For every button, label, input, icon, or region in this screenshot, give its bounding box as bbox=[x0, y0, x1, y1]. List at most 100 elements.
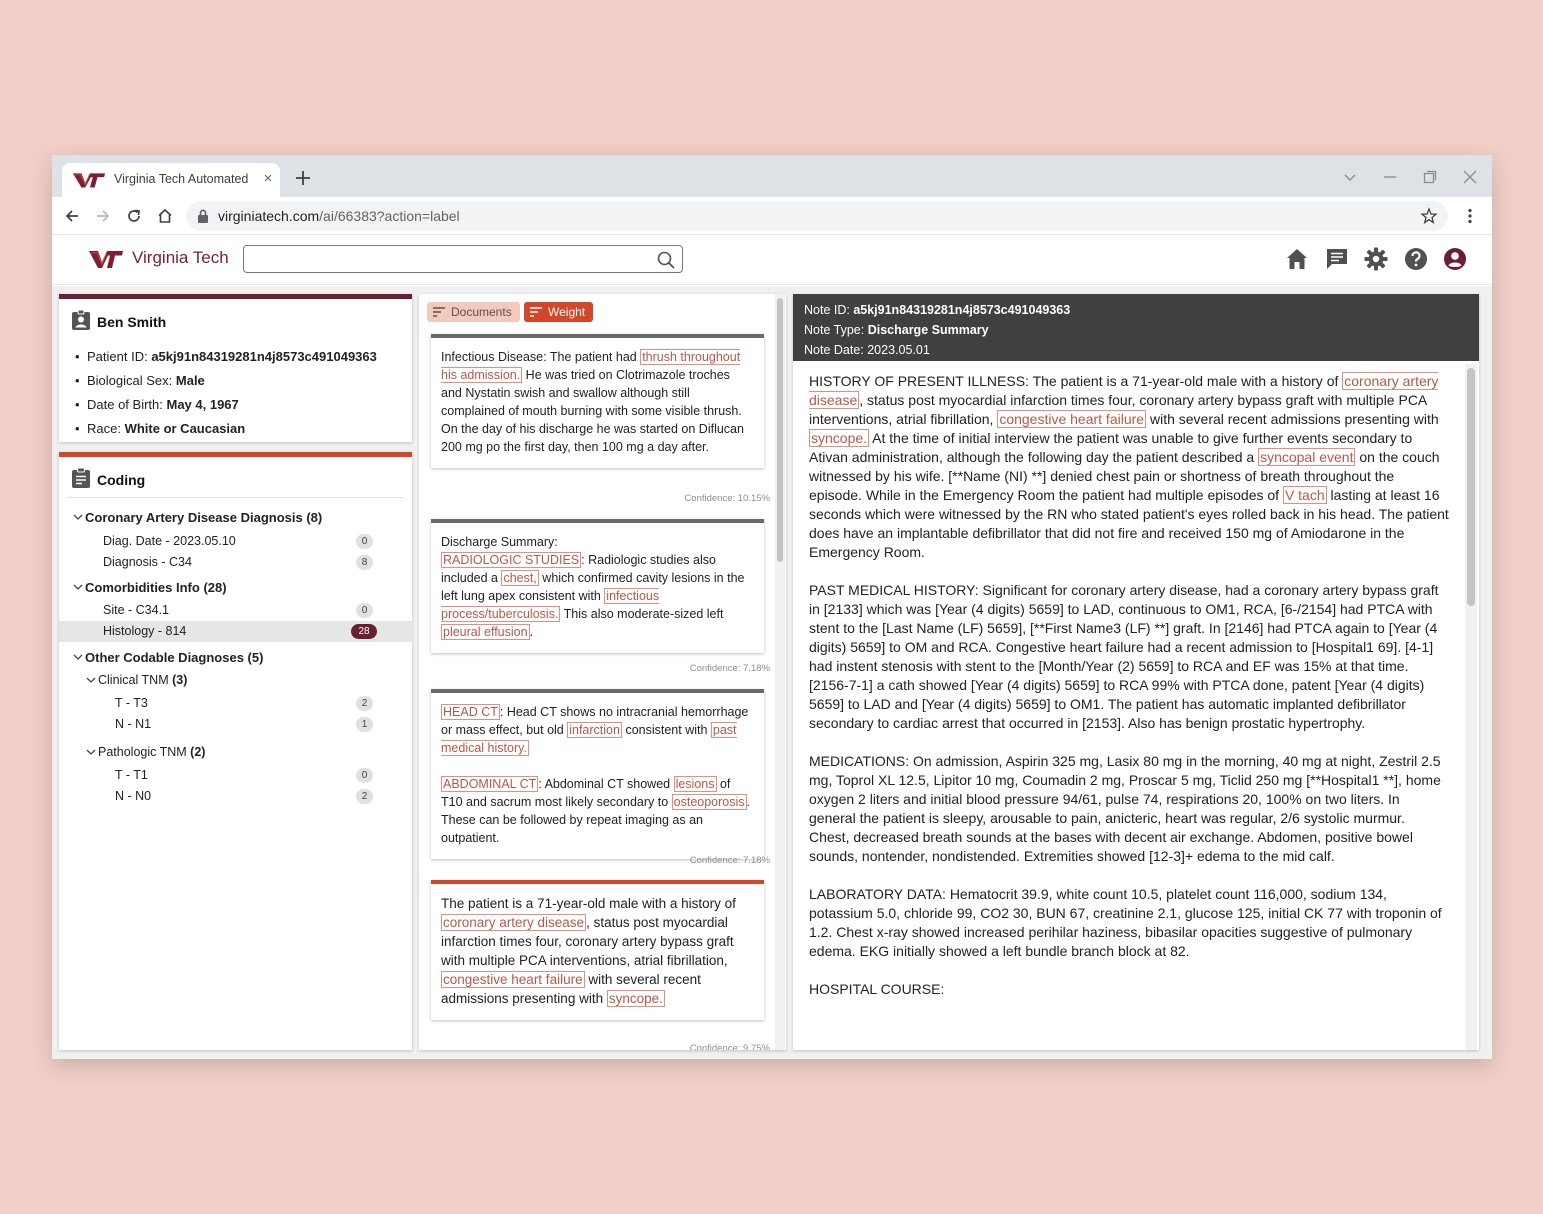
coding-item[interactable]: Site - C34.1 0 bbox=[59, 600, 412, 621]
vt-logo-icon[interactable] bbox=[88, 249, 124, 269]
coding-item[interactable]: Histology - 814 28 bbox=[59, 621, 412, 642]
reload-icon[interactable] bbox=[124, 206, 144, 226]
coding-item[interactable]: T - T1 0 bbox=[59, 765, 412, 786]
back-icon[interactable] bbox=[62, 206, 82, 226]
bookmark-star-icon[interactable] bbox=[1420, 207, 1438, 225]
tab-search-chevron-icon[interactable] bbox=[1339, 166, 1361, 188]
coding-label: Diagnosis - C34 bbox=[103, 555, 192, 569]
highlighted-term[interactable]: pleural effusion bbox=[441, 624, 530, 640]
note-text: HISTORY OF PRESENT ILLNESS: The patient … bbox=[809, 372, 1449, 1018]
highlighted-term[interactable]: chest, bbox=[501, 570, 539, 586]
chevron-down-icon[interactable] bbox=[73, 513, 83, 521]
forward-icon[interactable] bbox=[93, 206, 113, 226]
coding-group[interactable]: Pathologic TNM (2) bbox=[59, 742, 412, 763]
highlighted-term[interactable]: HEAD CT bbox=[441, 704, 500, 720]
count-badge: 0 bbox=[356, 768, 373, 783]
coding-item[interactable]: Diag. Date - 2023.05.10 0 bbox=[59, 531, 412, 552]
weight-sort-chip[interactable]: Weight bbox=[524, 302, 594, 322]
note-paragraph: MEDICATIONS: On admission, Aspirin 325 m… bbox=[809, 753, 1441, 864]
document-snippet[interactable]: Discharge Summary: RADIOLOGIC STUDIES: Ra… bbox=[431, 519, 764, 653]
snippet-paragraph: Infectious Disease: The patient had thru… bbox=[441, 349, 744, 454]
note-paragraph: LABORATORY DATA: Hematocrit 39.9, white … bbox=[809, 886, 1442, 959]
coding-item[interactable]: Diagnosis - C34 8 bbox=[59, 552, 412, 573]
highlighted-term[interactable]: lesions bbox=[673, 776, 717, 792]
highlighted-term[interactable]: coronary artery disease bbox=[441, 914, 587, 931]
note-id: Note ID: a5kj91n84319281n4j8573c49104936… bbox=[804, 303, 1071, 317]
gear-icon[interactable] bbox=[1363, 246, 1389, 272]
note-paragraph: HOSPITAL COURSE: bbox=[809, 981, 945, 997]
highlighted-term[interactable]: syncope. bbox=[809, 429, 870, 447]
address-bar[interactable]: virginiatech.com/ai/66383?action=label bbox=[186, 201, 1448, 231]
chevron-down-icon[interactable] bbox=[73, 583, 83, 591]
coding-label: T - T3 bbox=[115, 696, 148, 710]
search-icon[interactable] bbox=[656, 250, 676, 270]
snippet-confidence: Confidence: 7.18% bbox=[689, 663, 770, 674]
account-icon[interactable] bbox=[1442, 246, 1468, 272]
search-box[interactable] bbox=[243, 245, 683, 273]
highlighted-term[interactable]: osteoporosis bbox=[671, 794, 747, 810]
browser-menu-icon[interactable] bbox=[1460, 206, 1480, 226]
document-snippet[interactable]: The patient is a 71-year-old male with a… bbox=[431, 880, 764, 1020]
highlighted-term[interactable]: congestive heart failure bbox=[441, 971, 585, 988]
lock-icon bbox=[198, 209, 208, 223]
highlighted-term[interactable]: syncope. bbox=[606, 990, 665, 1007]
coding-item[interactable]: T - T3 2 bbox=[59, 693, 412, 714]
documents-scrollbar[interactable] bbox=[775, 294, 785, 1050]
documents-panel: Documents Weight Infectious Disease: The… bbox=[419, 294, 786, 1050]
coding-label: Histology - 814 bbox=[103, 624, 187, 638]
highlighted-term[interactable]: congestive heart failure bbox=[997, 410, 1147, 428]
note-scrollbar[interactable] bbox=[1465, 364, 1477, 1050]
patient-id-field: Patient ID: a5kj91n84319281n4j8573c49104… bbox=[75, 349, 377, 373]
coding-label: Clinical TNM (3) bbox=[98, 673, 188, 687]
highlighted-term[interactable]: V tach bbox=[1282, 486, 1327, 504]
browser-tab[interactable]: Virginia Tech Automated × bbox=[62, 163, 280, 197]
coding-item[interactable]: N - N1 1 bbox=[59, 714, 412, 735]
snippet-confidence: Confidence: 10.15% bbox=[684, 493, 770, 504]
documents-scroll-thumb[interactable] bbox=[777, 298, 783, 562]
brand-name[interactable]: Virginia Tech bbox=[132, 248, 229, 268]
count-badge: 28 bbox=[351, 624, 377, 639]
document-snippet[interactable]: Infectious Disease: The patient had thru… bbox=[431, 334, 764, 468]
tab-close-icon[interactable]: × bbox=[260, 169, 276, 189]
highlighted-term[interactable]: infarction bbox=[567, 722, 622, 738]
biological-sex-field: Biological Sex: Male bbox=[75, 373, 377, 397]
main-content: Ben Smith Patient ID: a5kj91n84319281n4j… bbox=[52, 286, 1492, 1059]
search-input[interactable] bbox=[252, 246, 652, 272]
chevron-down-icon[interactable] bbox=[86, 748, 96, 756]
coding-group[interactable]: Coronary Artery Disease Diagnosis (8) bbox=[59, 507, 412, 528]
highlighted-term[interactable]: RADIOLOGIC STUDIES bbox=[441, 552, 582, 568]
chat-icon[interactable] bbox=[1324, 246, 1350, 272]
minimize-icon[interactable] bbox=[1379, 166, 1401, 188]
snippet-paragraph: Discharge Summary: bbox=[441, 535, 558, 549]
chevron-down-icon[interactable] bbox=[73, 653, 83, 661]
coding-group[interactable]: Clinical TNM (3) bbox=[59, 670, 412, 691]
highlighted-term[interactable]: ABDOMINAL CT bbox=[441, 776, 539, 792]
snippet-confidence: Confidence: 9.75% bbox=[689, 1043, 770, 1050]
home-browser-icon[interactable] bbox=[155, 206, 175, 226]
close-window-icon[interactable] bbox=[1459, 166, 1481, 188]
highlighted-term[interactable]: syncopal event bbox=[1258, 448, 1356, 466]
coding-label: Coronary Artery Disease Diagnosis (8) bbox=[85, 510, 323, 525]
sort-lines-icon bbox=[530, 307, 542, 317]
document-snippet[interactable]: HEAD CT: Head CT shows no intracranial h… bbox=[431, 689, 764, 859]
coding-item[interactable]: N - N0 2 bbox=[59, 786, 412, 807]
note-panel: Note ID: a5kj91n84319281n4j8573c49104936… bbox=[793, 294, 1479, 1050]
coding-group[interactable]: Comorbidities Info (28) bbox=[59, 577, 412, 598]
note-scroll-thumb[interactable] bbox=[1467, 368, 1475, 606]
coding-label: Pathologic TNM (2) bbox=[98, 745, 206, 759]
help-icon[interactable] bbox=[1403, 246, 1429, 272]
coding-count: (2) bbox=[190, 745, 206, 759]
coding-card: Coding Coronary Artery Disease Diagnosis… bbox=[59, 452, 412, 1050]
home-icon[interactable] bbox=[1284, 246, 1310, 272]
chevron-down-icon[interactable] bbox=[86, 676, 96, 684]
count-badge: 8 bbox=[356, 555, 373, 570]
documents-sort-chip[interactable]: Documents bbox=[427, 302, 520, 322]
coding-label: N - N1 bbox=[115, 717, 152, 731]
new-tab-icon[interactable] bbox=[292, 167, 314, 189]
restore-icon[interactable] bbox=[1419, 166, 1441, 188]
coding-label: Site - C34.1 bbox=[103, 603, 170, 617]
app-header: Virginia Tech bbox=[52, 235, 1492, 285]
snippet-paragraph: The patient is a 71-year-old male with a… bbox=[441, 896, 736, 1007]
coding-group[interactable]: Other Codable Diagnoses (5) bbox=[59, 647, 412, 668]
url-text: virginiatech.com/ai/66383?action=label bbox=[218, 208, 460, 224]
